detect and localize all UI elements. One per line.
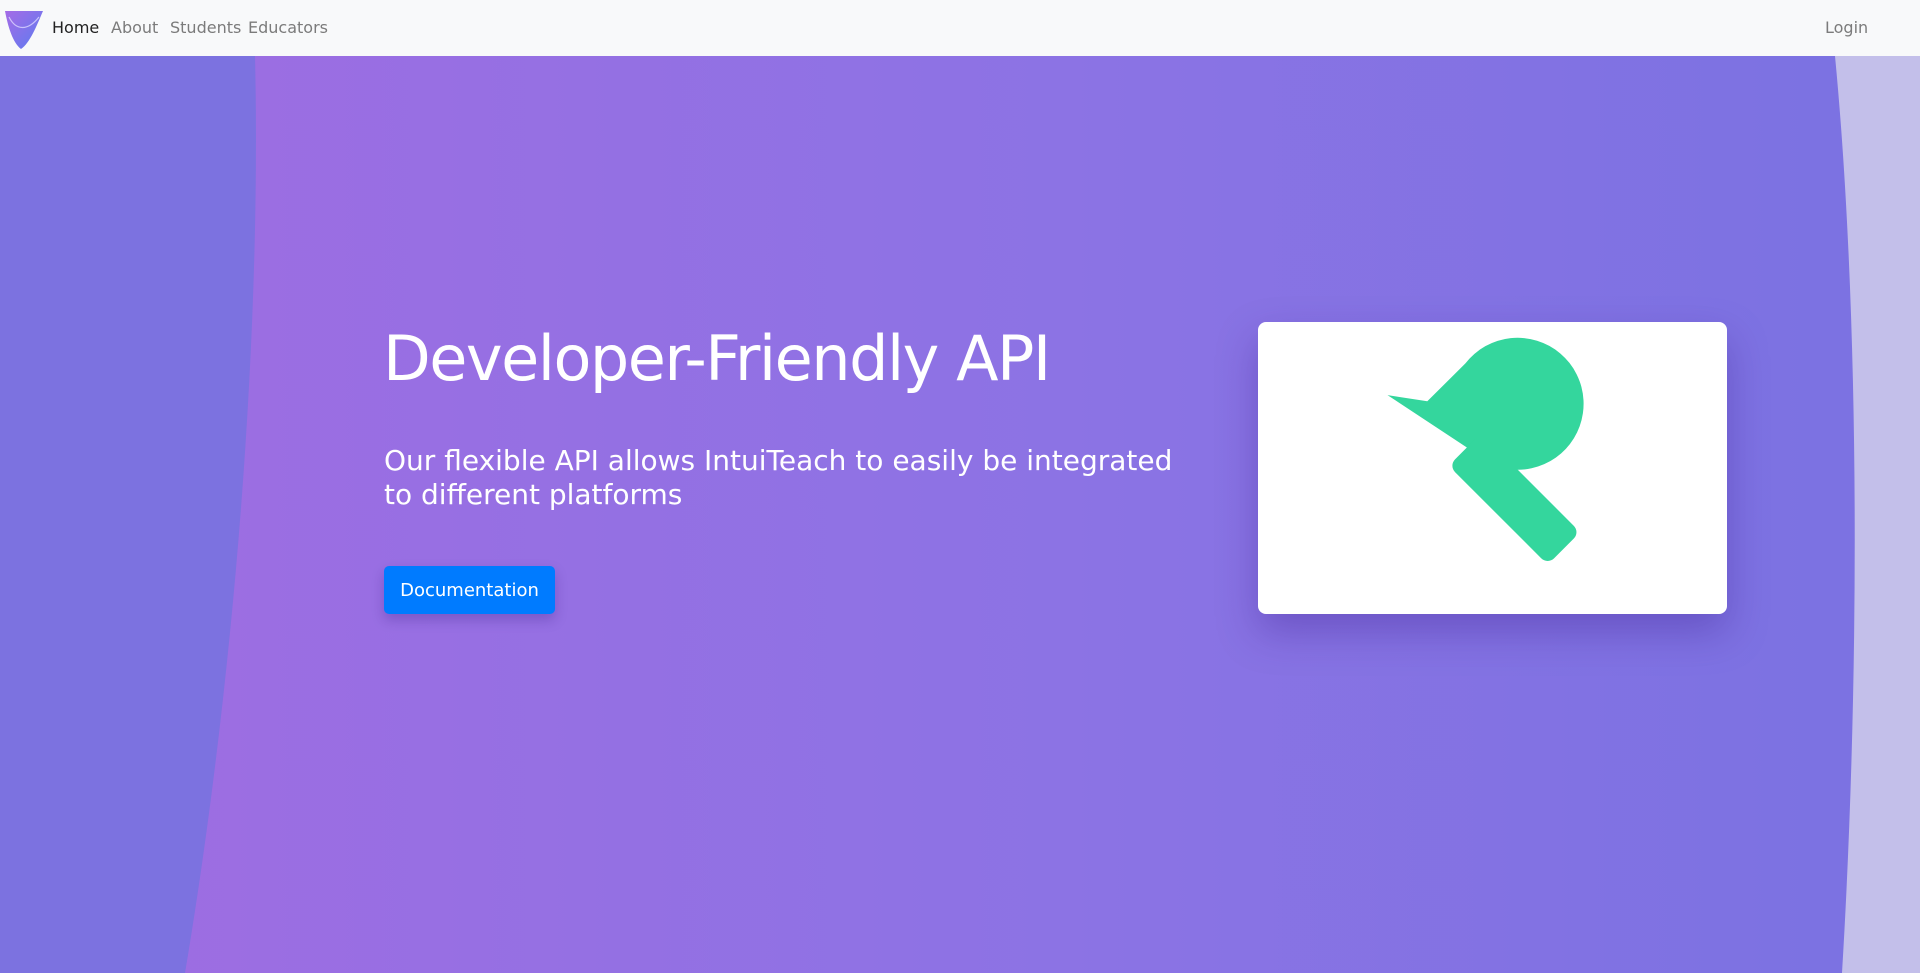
documentation-button[interactable]: Documentation xyxy=(384,566,555,614)
nav-educators-link[interactable]: Educators xyxy=(248,0,328,56)
hero-section: Developer-Friendly API Our flexible API … xyxy=(0,56,1920,973)
intuiteach-logo-icon[interactable] xyxy=(4,9,44,51)
login-link[interactable]: Login xyxy=(1825,0,1868,56)
nav-students-link[interactable]: Students xyxy=(170,0,241,56)
hero-subtitle: Our flexible API allows IntuiTeach to ea… xyxy=(384,444,1173,511)
nav-home-link[interactable]: Home xyxy=(52,0,99,56)
hero-title: Developer-Friendly API xyxy=(383,322,1051,395)
nav-about-link[interactable]: About xyxy=(111,0,158,56)
feature-image-card xyxy=(1258,322,1727,614)
wrench-icon xyxy=(1387,337,1584,561)
navbar: Home About Students Educators Login xyxy=(0,0,1920,56)
